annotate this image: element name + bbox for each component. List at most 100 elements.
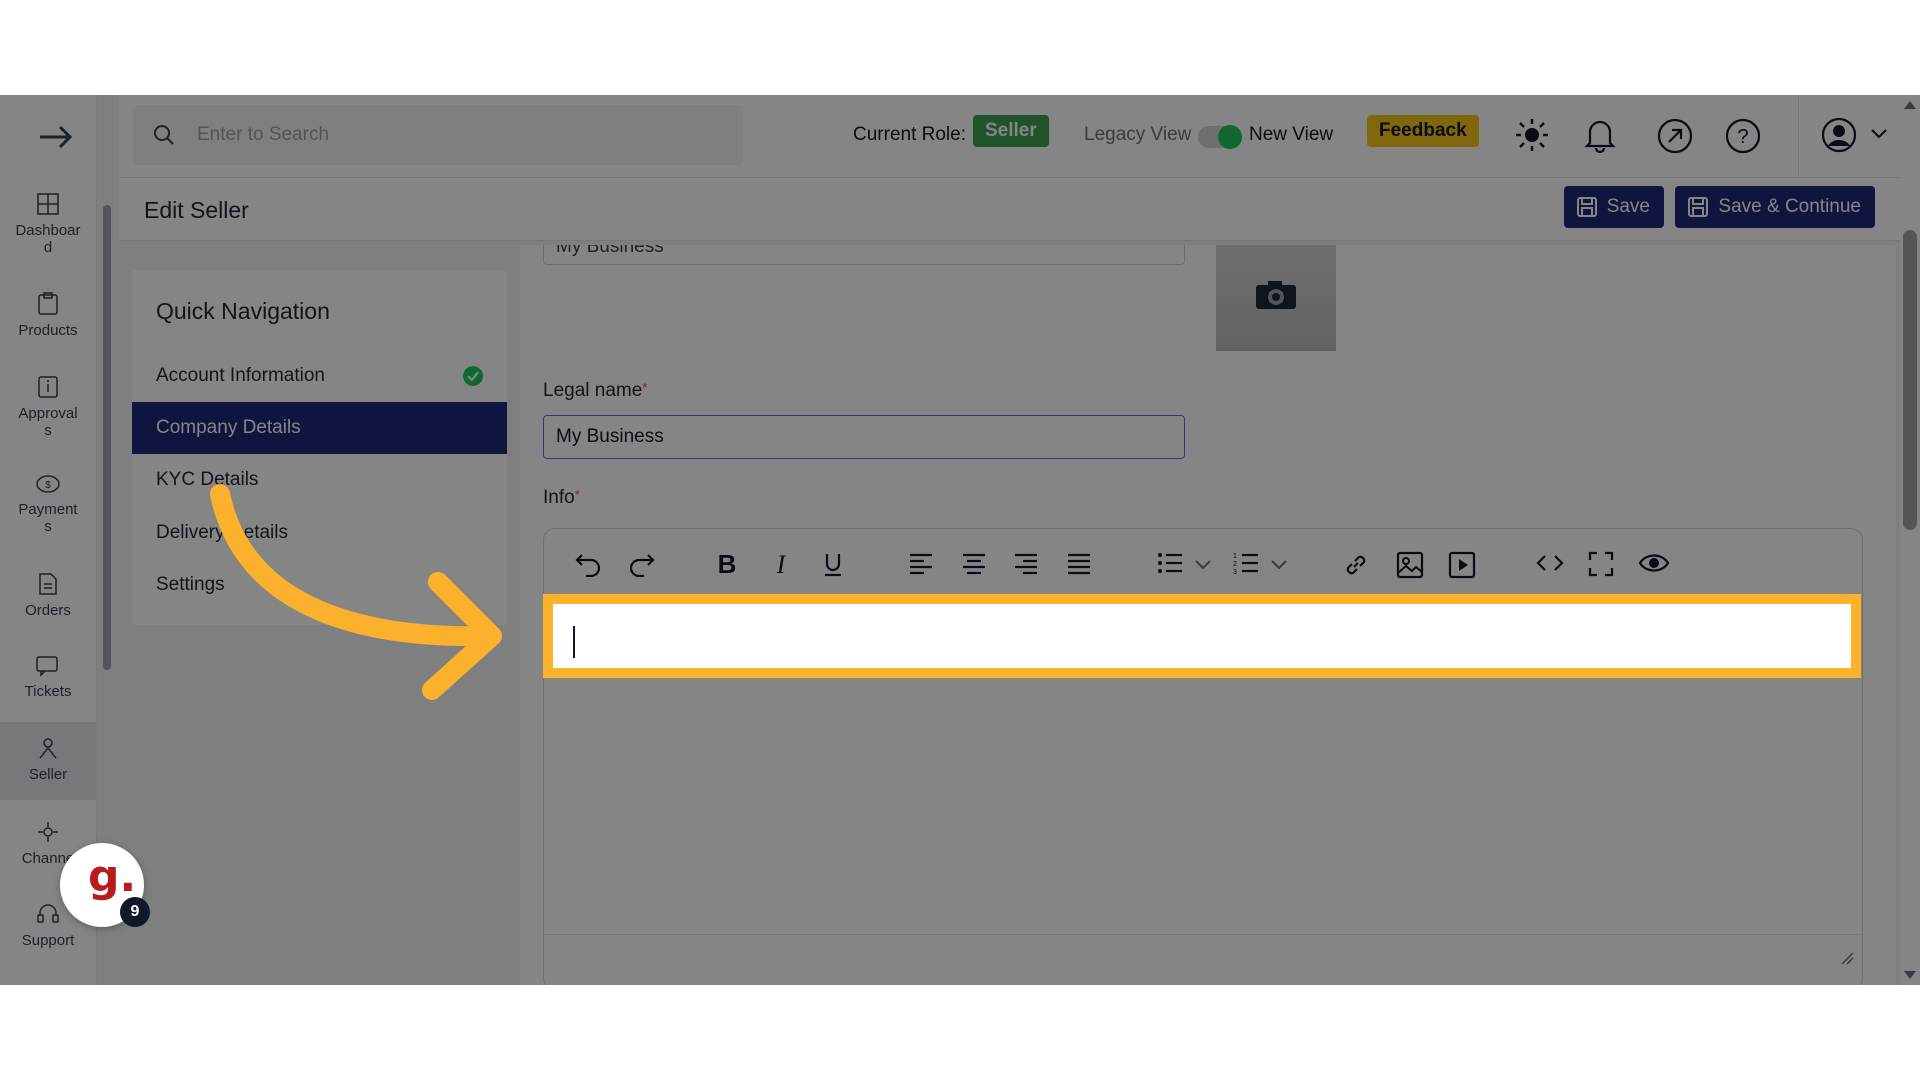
- sidebar-item-products[interactable]: Products: [0, 292, 96, 352]
- seller-icon: [39, 738, 57, 759]
- svg-text:I: I: [776, 551, 787, 577]
- info-box-icon: [38, 376, 58, 398]
- legal-name-label: Legal name*: [543, 380, 647, 402]
- sidebar-scrollbar-thumb[interactable]: [103, 205, 111, 670]
- view-toggle[interactable]: [1198, 125, 1242, 149]
- sidebar-item-payments[interactable]: $ Payment s: [0, 473, 96, 543]
- underline-icon[interactable]: [822, 551, 844, 577]
- italic-icon[interactable]: I: [770, 551, 792, 577]
- scroll-up-icon[interactable]: [1904, 101, 1916, 109]
- required-asterisk: *: [574, 487, 580, 502]
- sun-icon[interactable]: [1514, 117, 1550, 153]
- sidebar-item-label: Dashboar: [15, 222, 81, 239]
- chevron-down-icon: [1871, 129, 1887, 139]
- new-view-label[interactable]: New View: [1249, 124, 1333, 146]
- redo-icon[interactable]: [628, 551, 656, 577]
- coins-icon: $: [36, 475, 60, 493]
- sidebar-item-tickets[interactable]: Tickets: [0, 655, 96, 715]
- business-name-value: My Business: [556, 245, 664, 257]
- bell-icon[interactable]: [1584, 117, 1616, 153]
- sidebar-item-label: Support: [21, 932, 75, 949]
- svg-text:3: 3: [1233, 569, 1237, 575]
- align-center-icon[interactable]: [961, 551, 987, 575]
- code-icon[interactable]: [1536, 551, 1564, 575]
- save-continue-button[interactable]: Save & Continue: [1675, 186, 1875, 228]
- sidebar-item-label: Approval: [18, 405, 78, 422]
- scroll-down-icon[interactable]: [1904, 971, 1916, 979]
- svg-text:1: 1: [1233, 553, 1237, 560]
- legacy-view-label[interactable]: Legacy View: [1084, 124, 1191, 146]
- headset-icon: [37, 904, 59, 923]
- sidebar-item-approvals[interactable]: Approval s: [0, 375, 96, 445]
- image-icon[interactable]: [1396, 551, 1424, 579]
- avatar-icon: [1821, 117, 1857, 153]
- current-role-label: Current Role:: [853, 124, 966, 145]
- highlighted-editor-area[interactable]: [543, 594, 1861, 678]
- text-caret: [573, 626, 575, 658]
- editor-footer: [544, 934, 1862, 971]
- svg-text:?: ?: [1737, 126, 1748, 148]
- fullscreen-icon[interactable]: [1588, 551, 1614, 577]
- tutorial-arrow-icon: [210, 484, 502, 700]
- sidebar-item-label-wrap: s: [44, 422, 52, 439]
- page-scrollbar[interactable]: [1900, 95, 1920, 985]
- svg-text:$: $: [45, 480, 51, 491]
- sidebar-item-seller[interactable]: Seller: [0, 722, 96, 800]
- sidebar-item-label-wrap: s: [44, 518, 52, 535]
- legal-name-label-text: Legal name: [543, 380, 643, 401]
- align-left-icon[interactable]: [908, 551, 934, 575]
- document-icon: [39, 573, 57, 595]
- align-justify-icon[interactable]: [1066, 551, 1092, 575]
- page-header: Edit Seller Save Save & Continue: [119, 178, 1920, 241]
- info-label: Info*: [543, 487, 580, 509]
- logo-image[interactable]: [1216, 245, 1336, 351]
- legal-name-value: My Business: [556, 426, 664, 447]
- check-circle-icon: [463, 366, 483, 386]
- chevron-down-icon[interactable]: [1195, 560, 1211, 570]
- numbered-list-icon[interactable]: 123: [1233, 551, 1259, 575]
- search-placeholder: Enter to Search: [197, 124, 330, 145]
- view-toggle-knob: [1218, 125, 1242, 149]
- info-label-text: Info: [543, 487, 575, 508]
- sidebar-item-orders[interactable]: Orders: [0, 572, 96, 632]
- sidebar-item-label: Tickets: [24, 683, 72, 700]
- resize-handle-icon[interactable]: [1840, 951, 1854, 965]
- external-link-icon[interactable]: [1656, 117, 1694, 155]
- undo-icon[interactable]: [574, 551, 602, 577]
- video-icon[interactable]: [1448, 551, 1476, 579]
- floppy-disk-icon: [1577, 197, 1597, 217]
- svg-text:2: 2: [1233, 561, 1237, 568]
- grid-icon: [37, 193, 59, 215]
- box-icon: [38, 292, 58, 315]
- align-right-icon[interactable]: [1013, 551, 1039, 575]
- page-title: Edit Seller: [144, 197, 249, 223]
- quick-nav-company-details[interactable]: Company Details: [132, 402, 507, 454]
- search-icon: [154, 125, 174, 145]
- chat-widget-logo: g.: [88, 851, 137, 902]
- save-button[interactable]: Save: [1564, 186, 1664, 228]
- sidebar-item-dashboard[interactable]: Dashboar d: [0, 192, 96, 262]
- floppy-disk-icon: [1688, 197, 1708, 217]
- link-icon[interactable]: [1342, 551, 1370, 579]
- legal-name-input[interactable]: My Business: [543, 415, 1185, 459]
- save-continue-button-label: Save & Continue: [1718, 196, 1861, 217]
- search-input[interactable]: Enter to Search: [133, 105, 743, 165]
- sidebar-item-label: Seller: [28, 766, 68, 783]
- help-icon[interactable]: ?: [1724, 117, 1762, 155]
- sidebar-item-label-wrap: d: [43, 239, 53, 256]
- bold-icon[interactable]: B: [716, 551, 738, 577]
- expand-arrow-icon[interactable]: [36, 117, 76, 157]
- feedback-button[interactable]: Feedback: [1367, 115, 1479, 147]
- chat-unread-badge: 9: [120, 897, 150, 927]
- required-asterisk: *: [642, 380, 648, 395]
- camera-icon: [1256, 281, 1296, 309]
- quick-navigation-title: Quick Navigation: [156, 298, 330, 324]
- preview-eye-icon[interactable]: [1638, 551, 1670, 575]
- chat-icon: [36, 656, 58, 677]
- bullet-list-icon[interactable]: [1157, 551, 1183, 575]
- page-scrollbar-thumb[interactable]: [1903, 230, 1917, 530]
- quick-nav-account-information[interactable]: Account Information: [132, 350, 507, 402]
- business-name-input[interactable]: My Business: [543, 245, 1185, 265]
- chevron-down-icon[interactable]: [1271, 560, 1287, 570]
- quick-nav-label: Company Details: [156, 417, 301, 438]
